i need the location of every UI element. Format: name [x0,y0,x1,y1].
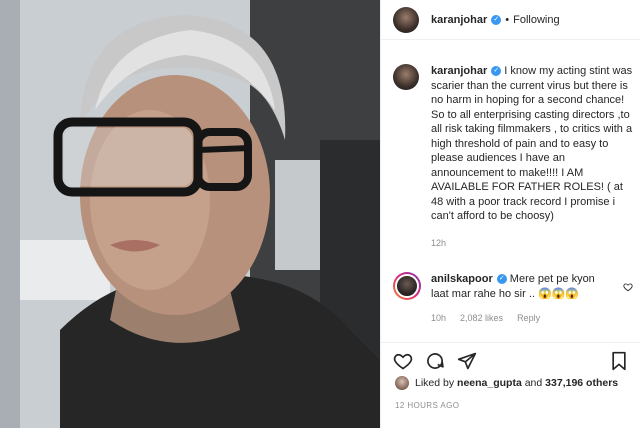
caption-avatar[interactable] [393,64,419,90]
liked-by-text: Liked by neena_gupta and 337,196 others [415,377,618,389]
action-bar [381,342,640,378]
verified-badge-icon: ✓ [491,14,502,25]
commenter-avatar[interactable] [393,272,421,300]
post-side-panel: karanjohar ✓ • Following karanjohar ✓ I k… [380,0,640,428]
liker-username[interactable]: neena_gupta [457,377,522,389]
reply-button[interactable]: Reply [517,311,540,326]
comment-meta: 10h 2,082 likes Reply [431,311,607,326]
liked-by-prefix: Liked by [415,377,455,389]
share-icon[interactable] [457,351,477,371]
post-photo[interactable] [0,0,380,428]
comment-username[interactable]: anilskapoor [431,273,493,285]
following-button[interactable]: Following [513,14,559,26]
comment-icon[interactable] [425,351,445,371]
likes-summary: Liked by neena_gupta and 337,196 others [395,376,618,390]
verified-badge-icon: ✓ [496,274,507,285]
separator-dot: • [505,13,510,26]
post-header: karanjohar ✓ • Following [381,0,640,40]
caption-username[interactable]: karanjohar [431,65,487,77]
others-count[interactable]: 337,196 others [545,377,618,389]
post-timestamp[interactable]: 12 HOURS AGO [395,401,459,410]
heart-icon[interactable] [393,351,413,371]
comment-time[interactable]: 10h [431,311,446,326]
verified-badge-icon: ✓ [491,66,502,77]
post-caption: karanjohar ✓ I know my acting stint was s… [393,64,633,250]
author-username[interactable]: karanjohar [431,14,487,26]
bookmark-icon[interactable] [609,351,629,371]
comment-item: anilskapoor ✓ Mere pet pe kyon laat mar r… [393,272,633,326]
comment-likes[interactable]: 2,082 likes [460,311,503,326]
comment-heart-icon[interactable] [623,282,633,292]
author-avatar[interactable] [393,6,419,33]
liked-by-conjunction: and [524,377,543,389]
caption-time[interactable]: 12h [431,236,633,251]
liker-avatar[interactable] [395,376,409,390]
portrait-illustration [0,0,380,428]
comment-body: anilskapoor ✓ Mere pet pe kyon laat mar r… [431,272,607,326]
caption-text: I know my acting stint was scarier than … [431,65,633,222]
caption-body: karanjohar ✓ I know my acting stint was s… [431,64,633,250]
